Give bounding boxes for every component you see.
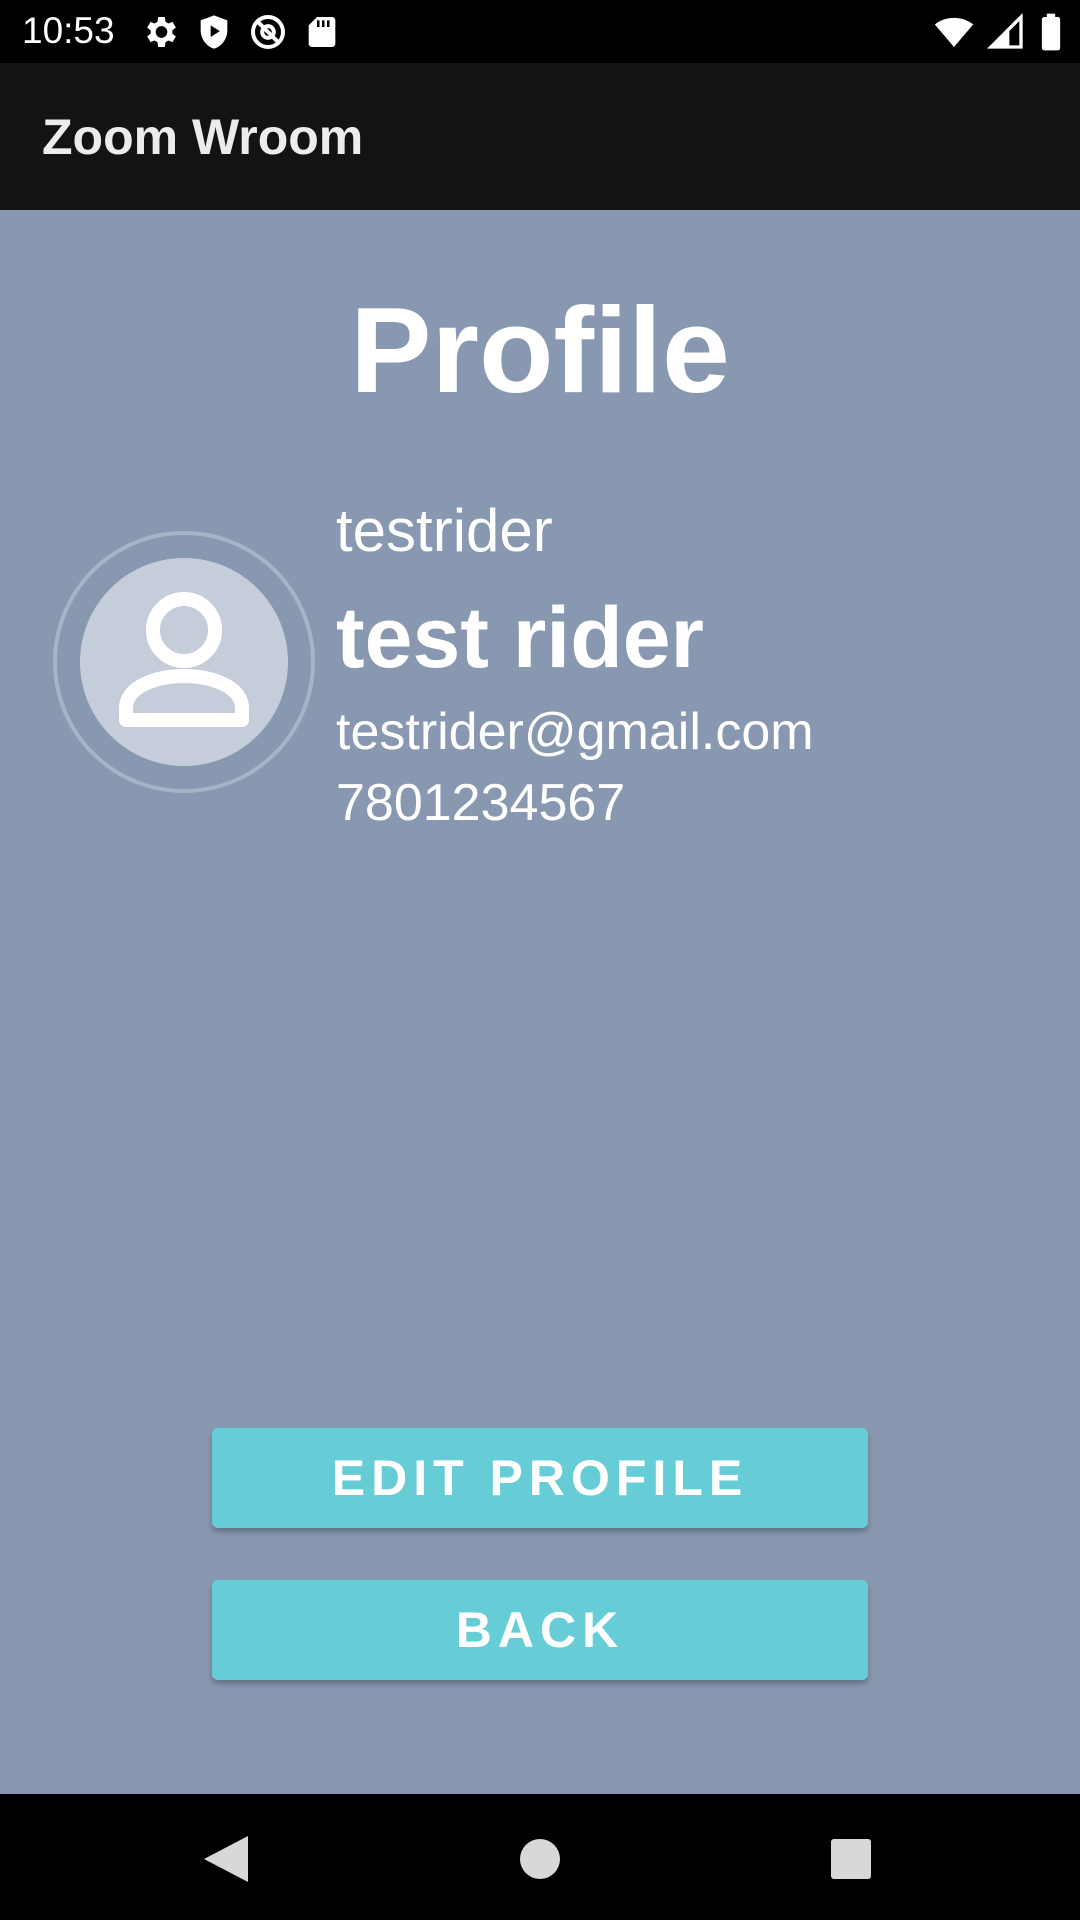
wifi-icon xyxy=(934,12,974,52)
profile-content: Profile testrider test rider testrider@g… xyxy=(0,210,1080,1794)
sd-card-icon xyxy=(302,12,342,52)
edit-profile-button[interactable]: EDIT PROFILE xyxy=(212,1428,868,1528)
system-nav-bar xyxy=(0,1794,1080,1920)
page-title: Profile xyxy=(350,282,730,418)
status-bar: 10:53 xyxy=(0,0,1080,63)
profile-username: testrider xyxy=(336,497,553,564)
settings-icon xyxy=(140,12,180,52)
status-icons-left xyxy=(140,12,342,52)
cell-signal-icon xyxy=(986,12,1026,52)
shield-play-icon xyxy=(194,12,234,52)
status-icons-right xyxy=(934,12,1064,52)
avatar-circle xyxy=(80,558,288,766)
at-sign-icon xyxy=(248,12,288,52)
back-button[interactable]: BACK xyxy=(212,1580,868,1680)
status-time: 10:53 xyxy=(22,10,115,51)
screen: 10:53 Zoom Wroom Profile testrider test … xyxy=(0,0,1080,1920)
app-title: Zoom Wroom xyxy=(42,109,364,165)
avatar xyxy=(53,531,315,793)
app-bar: Zoom Wroom xyxy=(0,63,1080,210)
battery-icon xyxy=(1038,12,1064,52)
person-icon xyxy=(119,592,249,727)
profile-full-name: test rider xyxy=(336,590,705,686)
home-circle-icon[interactable] xyxy=(505,1824,575,1894)
profile-phone: 7801234567 xyxy=(336,774,626,832)
back-triangle-icon[interactable] xyxy=(190,1824,260,1894)
recents-square-icon[interactable] xyxy=(816,1824,886,1894)
profile-email: testrider@gmail.com xyxy=(336,703,814,761)
